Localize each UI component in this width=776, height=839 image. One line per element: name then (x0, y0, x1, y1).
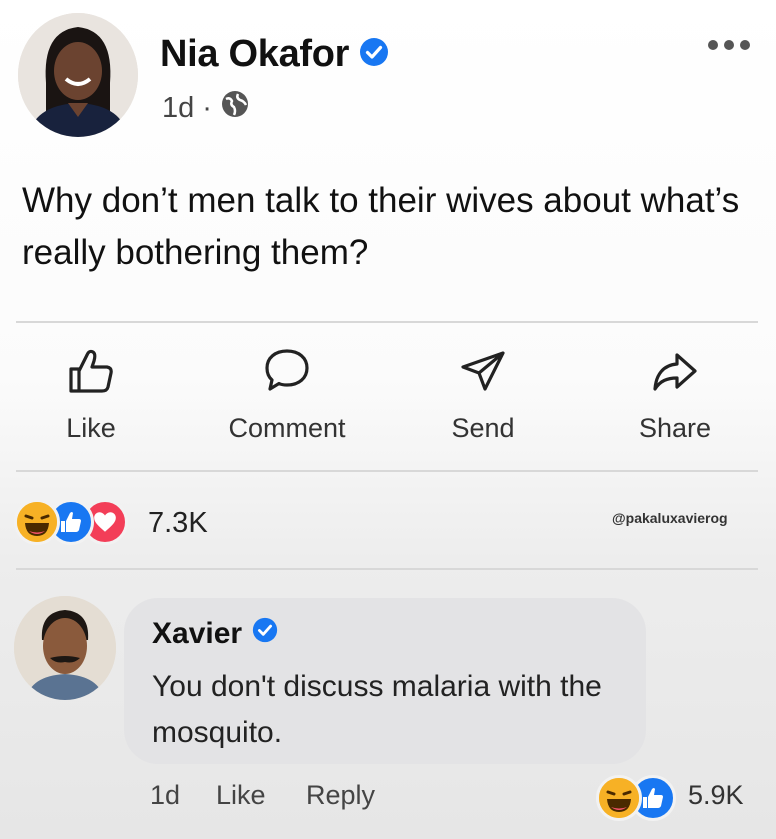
reactions-summary[interactable] (14, 499, 128, 545)
commenter-name[interactable]: Xavier (152, 617, 278, 651)
author-name-text[interactable]: Nia Okafor (160, 33, 349, 75)
comment-like-button[interactable]: Like (216, 780, 266, 811)
like-button[interactable]: Like (16, 345, 166, 444)
globe-icon (220, 89, 250, 127)
share-arrow-icon (651, 345, 699, 397)
comment-reply-button[interactable]: Reply (306, 780, 375, 811)
like-label: Like (66, 413, 116, 443)
author-avatar[interactable] (18, 13, 138, 137)
speech-bubble-icon (263, 345, 311, 397)
thumbs-up-icon (67, 345, 115, 397)
share-label: Share (638, 413, 712, 443)
send-icon (459, 345, 507, 397)
commenter-name-text[interactable]: Xavier (152, 617, 242, 651)
post-time[interactable]: 1d (162, 92, 194, 125)
more-options-icon[interactable] (708, 40, 750, 50)
comment-text: You don't discuss malaria with the mosqu… (152, 670, 602, 749)
comment-reaction-count[interactable]: 5.9K (688, 780, 744, 811)
comment-time[interactable]: 1d (150, 780, 180, 811)
share-button[interactable]: Share (600, 345, 750, 444)
verified-badge-icon (359, 34, 389, 77)
haha-icon (14, 499, 60, 545)
divider (16, 568, 758, 570)
verified-badge-icon (252, 617, 278, 651)
divider (16, 470, 758, 472)
reaction-count[interactable]: 7.3K (148, 507, 208, 540)
author-name[interactable]: Nia Okafor (160, 33, 389, 77)
meta-separator: · (202, 91, 212, 124)
comment-label: Comment (228, 413, 346, 443)
comment-reactions[interactable] (596, 775, 676, 821)
divider (16, 321, 758, 323)
send-label: Send (451, 413, 515, 443)
watermark: @pakaluxavierog (612, 510, 728, 526)
post-text: Why don’t men talk to their wives about … (22, 181, 740, 272)
haha-icon (596, 775, 642, 821)
post-meta: 1d · (162, 89, 250, 127)
commenter-avatar[interactable] (14, 596, 116, 700)
send-button[interactable]: Send (408, 345, 558, 444)
comment-button[interactable]: Comment (212, 345, 362, 444)
